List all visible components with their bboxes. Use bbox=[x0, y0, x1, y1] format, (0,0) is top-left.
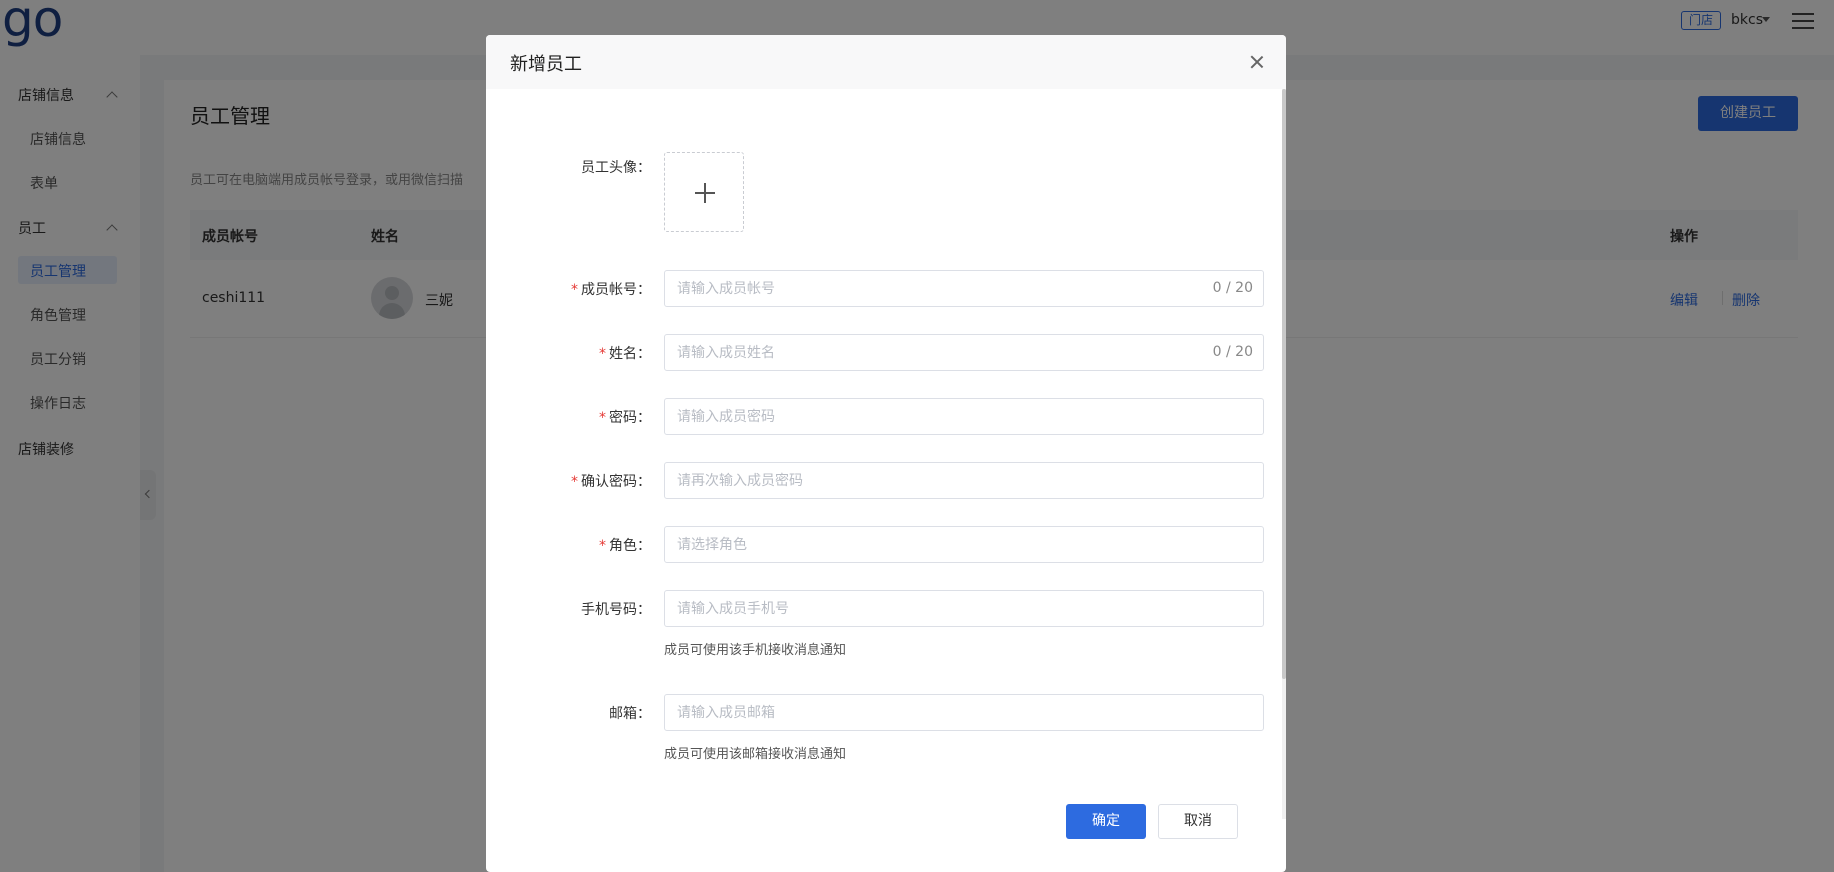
dialog-title: 新增员工 bbox=[510, 54, 582, 75]
email-input[interactable] bbox=[665, 695, 1263, 730]
required-mark: * bbox=[599, 346, 606, 362]
required-mark: * bbox=[571, 282, 578, 298]
password-field[interactable] bbox=[664, 398, 1264, 435]
avatar-label: 员工头像： bbox=[581, 160, 651, 176]
account-input[interactable] bbox=[665, 271, 1263, 306]
password-label: * 密码： bbox=[599, 410, 651, 426]
account-field[interactable]: 0 / 20 bbox=[664, 270, 1264, 307]
role-label: * 角色： bbox=[599, 538, 651, 554]
account-char-counter: 0 / 20 bbox=[1212, 280, 1253, 296]
confirm-password-input[interactable] bbox=[665, 463, 1263, 498]
dialog-scrollbar-thumb[interactable] bbox=[1282, 89, 1286, 679]
email-label: 邮箱： bbox=[609, 706, 651, 722]
dialog-header: 新增员工 bbox=[486, 35, 1286, 89]
required-mark: * bbox=[599, 410, 606, 426]
confirm-password-field[interactable] bbox=[664, 462, 1264, 499]
name-field[interactable]: 0 / 20 bbox=[664, 334, 1264, 371]
phone-input[interactable] bbox=[665, 591, 1263, 626]
cancel-button[interactable]: 取消 bbox=[1158, 804, 1238, 839]
close-icon[interactable] bbox=[1250, 55, 1264, 69]
add-staff-dialog: 新增员工 员工头像： *成员帐号： 0 / 20 *姓名： 0 / 20 *密码… bbox=[486, 35, 1286, 872]
email-field[interactable] bbox=[664, 694, 1264, 731]
phone-field[interactable] bbox=[664, 590, 1264, 627]
avatar-upload-button[interactable] bbox=[664, 152, 744, 232]
phone-label: 手机号码： bbox=[581, 602, 651, 618]
password-input[interactable] bbox=[665, 399, 1263, 434]
confirm-button[interactable]: 确定 bbox=[1066, 804, 1146, 839]
phone-hint: 成员可使用该手机接收消息通知 bbox=[664, 643, 847, 658]
role-select-input[interactable] bbox=[665, 527, 1263, 562]
required-mark: * bbox=[571, 474, 578, 490]
name-char-counter: 0 / 20 bbox=[1212, 344, 1253, 360]
confirm-password-label: * 确认密码： bbox=[571, 474, 651, 490]
name-input[interactable] bbox=[665, 335, 1263, 370]
email-hint: 成员可使用该邮箱接收消息通知 bbox=[664, 747, 847, 762]
required-mark: * bbox=[599, 538, 606, 554]
account-label: * 成员帐号： bbox=[571, 282, 651, 298]
role-select[interactable] bbox=[664, 526, 1264, 563]
name-label: * 姓名： bbox=[599, 346, 651, 362]
